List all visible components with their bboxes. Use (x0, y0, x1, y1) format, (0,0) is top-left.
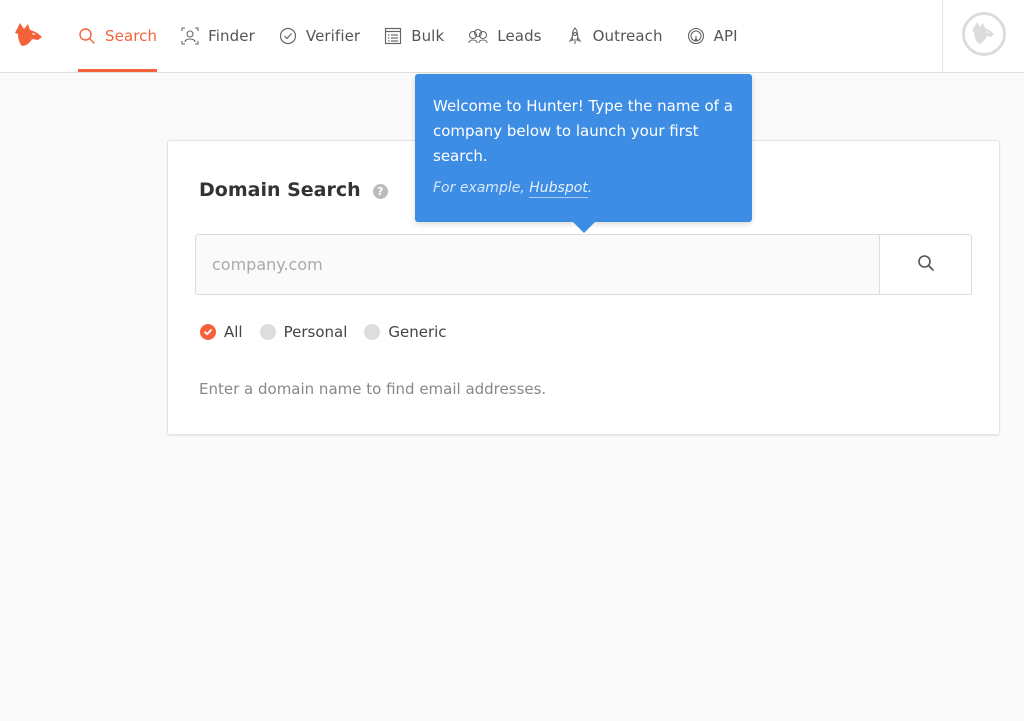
top-navigation-bar: Search Finder Verifier Bulk Leads (0, 0, 1024, 73)
search-button[interactable] (879, 235, 971, 294)
nav-label: Search (105, 27, 157, 45)
tooltip-example: For example, Hubspot. (433, 180, 734, 196)
domain-search-form (195, 234, 972, 295)
list-icon (384, 27, 402, 45)
nav-leads[interactable]: Leads (468, 0, 541, 72)
tooltip-example-prefix: For example, (433, 180, 529, 196)
nav-api[interactable]: API (687, 0, 738, 72)
check-circle-icon (279, 27, 297, 45)
finder-icon (181, 27, 199, 45)
hunter-avatar-icon (961, 11, 1007, 61)
search-hint: Enter a domain name to find email addres… (199, 380, 546, 398)
filter-label: All (224, 323, 243, 341)
nav-label: Outreach (593, 27, 663, 45)
radio-icon[interactable] (260, 324, 276, 340)
filter-label: Generic (388, 323, 446, 341)
gauge-icon (687, 27, 705, 45)
filter-personal[interactable]: Personal (260, 323, 348, 341)
help-icon[interactable]: ? (373, 184, 388, 199)
search-icon (917, 254, 935, 276)
tooltip-example-suffix: . (588, 180, 592, 196)
filter-all[interactable]: All (200, 323, 243, 341)
nav-verifier[interactable]: Verifier (279, 0, 360, 72)
domain-search-input[interactable] (196, 235, 879, 294)
card-title: Domain Search ? (199, 179, 388, 201)
page-title: Domain Search (199, 179, 361, 201)
rocket-icon (566, 27, 584, 45)
radio-icon[interactable] (364, 324, 380, 340)
nav-finder[interactable]: Finder (181, 0, 255, 72)
nav-label: Leads (497, 27, 541, 45)
onboarding-tooltip: Welcome to Hunter! Type the name of a co… (415, 74, 752, 222)
filter-label: Personal (284, 323, 348, 341)
search-icon (78, 27, 96, 45)
email-type-filters: All Personal Generic (200, 323, 464, 341)
main-nav: Search Finder Verifier Bulk Leads (78, 0, 762, 72)
hunter-logo-icon[interactable] (14, 21, 44, 47)
nav-outreach[interactable]: Outreach (566, 0, 663, 72)
nav-search[interactable]: Search (78, 0, 157, 72)
filter-generic[interactable]: Generic (364, 323, 446, 341)
nav-bulk[interactable]: Bulk (384, 0, 444, 72)
nav-label: Bulk (411, 27, 444, 45)
nav-label: Verifier (306, 27, 360, 45)
account-menu[interactable] (942, 0, 1024, 72)
people-icon (468, 27, 488, 45)
checkmark-icon[interactable] (200, 324, 216, 340)
nav-label: Finder (208, 27, 255, 45)
nav-label: API (714, 27, 738, 45)
tooltip-message: Welcome to Hunter! Type the name of a co… (433, 94, 734, 169)
example-hubspot-link[interactable]: Hubspot (529, 180, 588, 198)
